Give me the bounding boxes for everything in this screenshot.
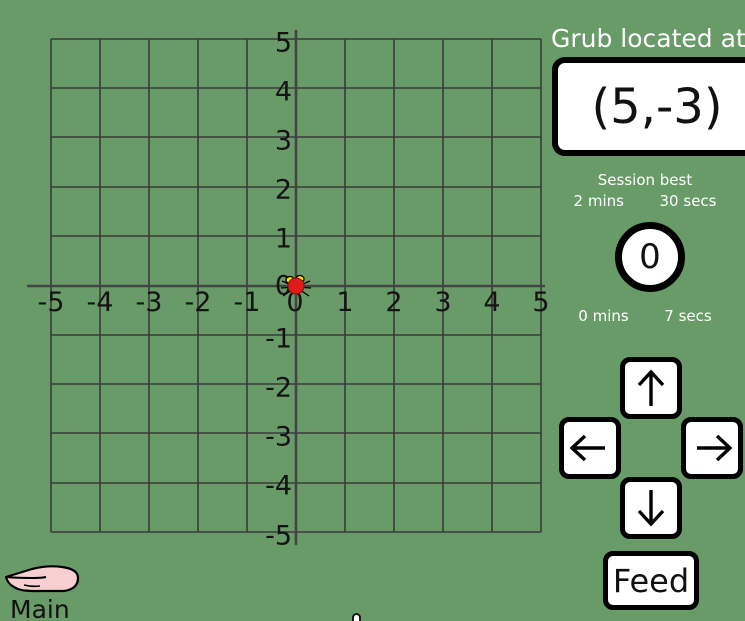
coordinate-display-box: (5,-3) [552,57,745,156]
x-tick-label: 2 [385,287,403,318]
main-nav-label: Main [10,595,70,621]
session-best-mins-unit: mins [587,192,624,210]
attempt-counter-value: 0 [639,237,661,277]
y-tick-label: -5 [265,520,292,552]
y-tick-label: 2 [274,174,292,206]
current-mins-unit: mins [592,307,629,325]
attempt-counter-circle: 0 [615,222,685,292]
current-mins-value: 0 [578,307,588,325]
session-best-time: 2 mins 30 secs [545,192,745,210]
x-tick-label: 3 [434,287,452,318]
y-tick-label: 4 [274,76,292,108]
offscreen-partial-element [352,613,361,621]
grub-marker [279,271,313,301]
x-tick-label: 4 [483,287,501,318]
x-tick-label: -4 [86,287,114,318]
y-tick-label: -3 [265,421,292,453]
move-right-button[interactable] [681,417,743,479]
arrow-left-icon [570,431,610,465]
y-tick-label: 5 [274,27,292,59]
move-down-button[interactable] [620,477,682,539]
y-tick-label: 3 [274,125,292,157]
x-tick-label: -5 [37,287,65,318]
current-time: 0 mins 7 secs [545,307,745,325]
y-tick-label: -4 [265,470,292,502]
session-best-label: Session best [597,171,693,189]
y-tick-label: -2 [265,372,292,404]
x-tick-label: -3 [135,287,163,318]
x-tick-label: 1 [336,287,354,318]
session-best-mins-value: 2 [573,192,584,210]
y-tick-label: 1 [274,223,292,255]
move-up-button[interactable] [620,357,682,419]
grub-body [287,277,305,295]
current-secs-value: 7 [664,307,674,325]
arrow-up-icon [634,368,668,408]
feed-button[interactable]: Feed [603,551,699,610]
y-tick-label: -1 [265,323,292,355]
x-tick-label: -1 [233,287,261,318]
page-title: Grub located at [551,24,745,53]
coordinate-value: (5,-3) [591,78,723,135]
main-nav-button[interactable]: Main [2,563,112,621]
arrow-down-icon [634,488,668,528]
direction-pad [559,357,743,539]
x-tick-label: -2 [184,287,212,318]
session-best-secs-value: 30 [659,192,679,210]
move-left-button[interactable] [559,417,621,479]
session-best-secs-unit: secs [683,192,717,210]
arrow-right-icon [692,431,732,465]
feed-button-label: Feed [612,561,690,600]
current-secs-unit: secs [678,307,712,325]
coordinate-plane: -5 -4 -3 -2 -1 0 1 2 3 4 5 5 4 3 2 1 0 -… [0,0,550,560]
